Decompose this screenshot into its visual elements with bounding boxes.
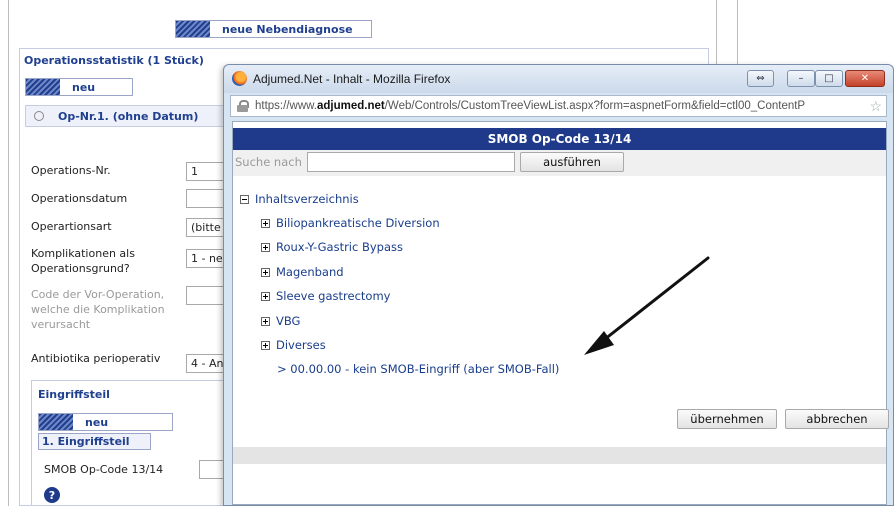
operations-nr-input[interactable]: 1 (186, 162, 226, 181)
tree-item-biliopankreatische[interactable]: Biliopankreatische Diversion (261, 216, 440, 230)
address-bar[interactable]: https://www. adjumed.net/Web/Controls/Cus… (230, 95, 887, 117)
field-label-operationsdatum: Operationsdatum (31, 192, 128, 205)
tree-item-vbg[interactable]: VBG (261, 314, 300, 328)
field-label-operations-nr: Operations-Nr. (31, 164, 111, 177)
url-prefix: https://www. (255, 100, 317, 112)
minimize-icon: – (798, 73, 804, 84)
tree-item-label: Diverses (276, 338, 326, 352)
new-operation-button[interactable]: neu (25, 78, 133, 96)
operationsstatistik-title: Operationsstatistik (1 Stück) (24, 54, 204, 67)
popup-window-title: Adjumed.Net - Inhalt - Mozilla Firefox (253, 72, 451, 86)
tree-leaf-kein-smob[interactable]: > 00.00.00 - kein SMOB-Eingriff (aber SM… (277, 362, 559, 376)
tree-item-label: Roux-Y-Gastric Bypass (276, 240, 404, 254)
eingriffsteil-tab[interactable]: 1. Eingriffsteil (38, 433, 151, 450)
tree-item-label: Sleeve gastrectomy (276, 289, 391, 303)
tree-root-label: Inhaltsverzeichnis (255, 192, 359, 206)
arrow-shaft (598, 256, 710, 345)
stripe-icon (26, 79, 60, 95)
help-icon[interactable]: ? (44, 487, 60, 503)
expand-icon[interactable] (261, 316, 270, 326)
help-icon-glyph: ? (48, 488, 56, 502)
tree-root[interactable]: Inhaltsverzeichnis (240, 192, 359, 206)
expand-icon[interactable] (261, 340, 270, 350)
code-vor-operation-input[interactable] (186, 286, 226, 305)
stripe-icon (176, 21, 210, 37)
field-label-komplikationen: Komplikationen als Operationsgrund? (31, 247, 135, 275)
field-label-code-vor-operation: Code der Vor-Operation, welche die Kompl… (31, 288, 165, 331)
search-label: Suche nach (235, 155, 302, 169)
page-right-border (716, 0, 717, 64)
smob-op-code-input[interactable] (199, 460, 226, 479)
tree-item-sleeve[interactable]: Sleeve gastrectomy (261, 289, 390, 303)
tree-item-label: Magenband (276, 265, 344, 279)
cancel-button[interactable]: abbrechen (785, 409, 889, 429)
firefox-icon (232, 71, 247, 86)
bookmark-star-icon[interactable]: ☆ (869, 98, 882, 115)
field-label-operationsart: Operartionsart (31, 220, 112, 233)
minimize-button[interactable]: – (787, 70, 815, 87)
collapse-icon[interactable] (34, 111, 44, 121)
stripe-icon (39, 414, 73, 430)
komplikationen-select[interactable]: 1 - ne (186, 249, 226, 268)
field-label-smob-op-code: SMOB Op-Code 13/14 (44, 463, 164, 476)
search-input[interactable] (307, 152, 515, 172)
separator-strip (233, 447, 886, 464)
popup-content: SMOB Op-Code 13/14 Suche nach ausführen … (232, 121, 889, 505)
tree-leaf-label: > 00.00.00 - kein SMOB-Eingriff (aber SM… (277, 362, 560, 376)
eingriffsteil-title: Eingriffsteil (38, 388, 110, 401)
annotation-arrow (584, 256, 710, 355)
lock-icon (237, 100, 249, 112)
field-label-antibiotika: Antibiotika perioperativ (31, 352, 161, 365)
accept-button[interactable]: übernehmen (677, 409, 777, 429)
expand-icon[interactable] (261, 267, 270, 277)
close-icon: ✕ (860, 73, 870, 84)
search-bar: Suche nach ausführen (233, 150, 886, 176)
close-button[interactable]: ✕ (845, 70, 885, 87)
tree-item-label: VBG (276, 314, 301, 328)
antibiotika-select[interactable]: 4 - An (186, 354, 226, 373)
maximize-icon: □ (824, 73, 834, 84)
eingriffsteil-tab-label: 1. Eingriffsteil (42, 435, 130, 448)
tree-item-roux-y[interactable]: Roux-Y-Gastric Bypass (261, 240, 403, 254)
new-eingriffsteil-button[interactable]: neu (38, 413, 173, 431)
url-domain: adjumed.net (317, 100, 385, 112)
restore-arrows-button[interactable]: ⇔ (747, 70, 774, 87)
new-secondary-diagnosis-label: neue Nebendiagnose (222, 22, 353, 36)
maximize-button[interactable]: □ (815, 70, 843, 87)
op-header-title: Op-Nr.1. (ohne Datum) (58, 109, 199, 123)
popup-titlebar[interactable]: Adjumed.Net - Inhalt - Mozilla Firefox ⇔… (224, 65, 893, 93)
operationsdatum-input[interactable] (186, 189, 226, 208)
tree-item-label: Biliopankreatische Diversion (276, 216, 440, 230)
tree-item-magenband[interactable]: Magenband (261, 265, 344, 279)
operationsart-select[interactable]: (bitte (186, 218, 226, 237)
page-scroll-border (737, 0, 738, 64)
page-left-border (8, 0, 9, 506)
new-operation-label: neu (72, 80, 96, 94)
new-secondary-diagnosis-button[interactable]: neue Nebendiagnose (175, 20, 372, 38)
op-header-bar[interactable]: Op-Nr.1. (ohne Datum) (25, 105, 225, 127)
url-path: /Web/Controls/CustomTreeViewList.aspx?fo… (384, 100, 806, 112)
popup-window: Adjumed.Net - Inhalt - Mozilla Firefox ⇔… (223, 64, 894, 506)
expand-icon[interactable] (261, 242, 270, 252)
new-eingriffsteil-label: neu (85, 415, 109, 429)
popup-header: SMOB Op-Code 13/14 (233, 128, 886, 150)
restore-arrows-icon: ⇔ (756, 73, 765, 84)
tree-item-diverses[interactable]: Diverses (261, 338, 326, 352)
expand-icon[interactable] (261, 291, 270, 301)
expand-icon[interactable] (261, 218, 270, 228)
search-execute-button[interactable]: ausführen (520, 152, 624, 172)
collapse-tree-icon[interactable] (240, 194, 249, 204)
